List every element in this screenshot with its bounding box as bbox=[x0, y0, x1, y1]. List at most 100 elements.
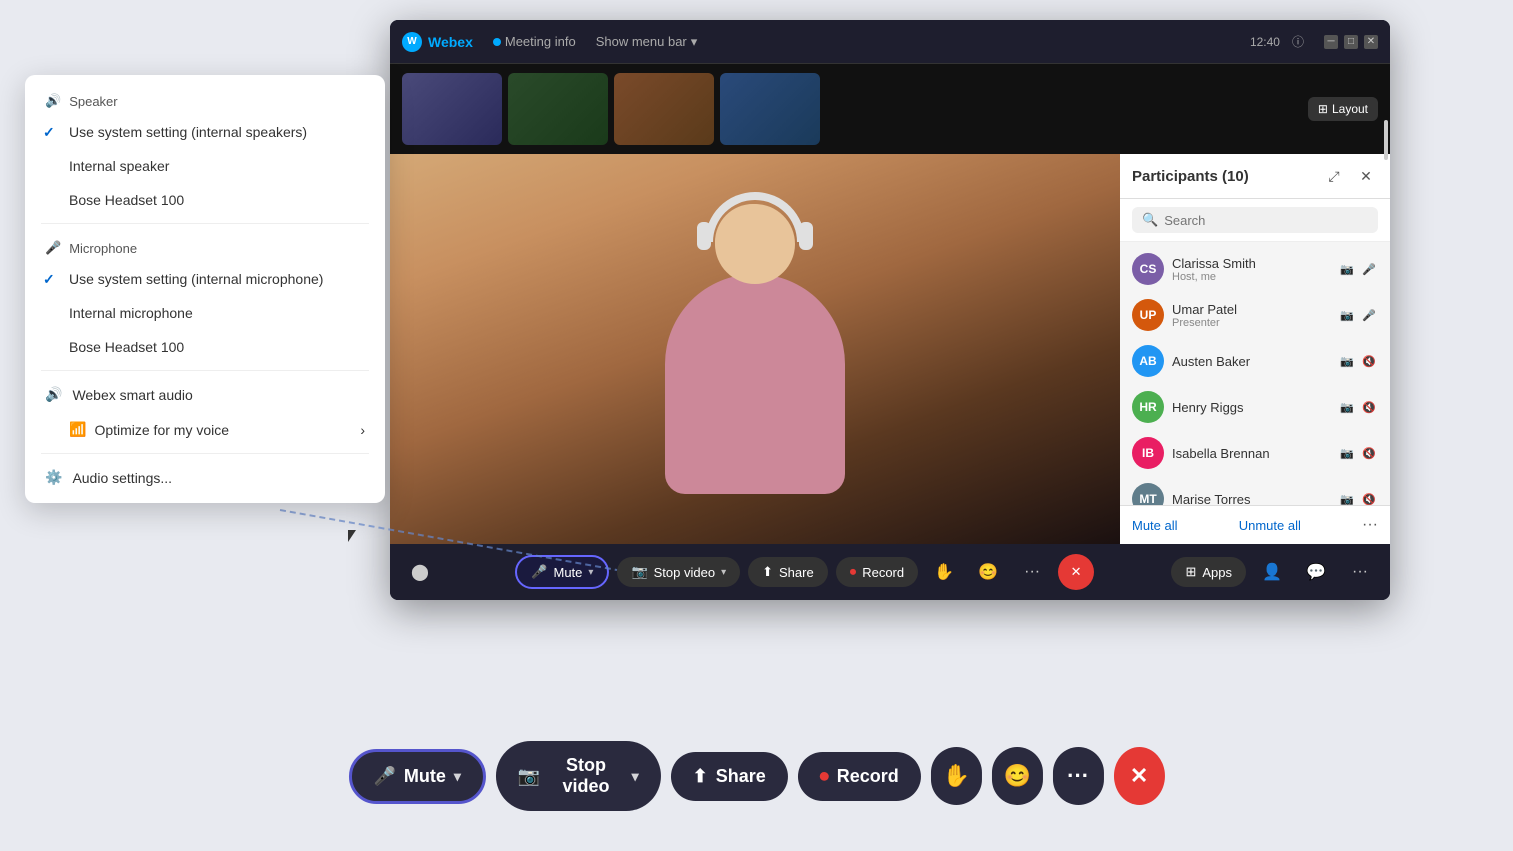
microphone-section-header: 🎤 Microphone bbox=[25, 230, 385, 262]
participants-icon-button[interactable]: 👤 bbox=[1254, 554, 1290, 590]
chevron-down-icon: ▾ bbox=[691, 34, 698, 50]
record-icon: ⏺ bbox=[820, 766, 829, 787]
stop-video-large-label: Stop video bbox=[548, 755, 623, 797]
maximize-button[interactable]: □ bbox=[1344, 35, 1358, 49]
close-button[interactable]: ✕ bbox=[1364, 35, 1378, 49]
thumbnail-2[interactable] bbox=[508, 73, 608, 145]
participant-item[interactable]: AB Austen Baker 📷 🔇 bbox=[1120, 338, 1390, 384]
more-options-button[interactable]: ··· bbox=[1014, 554, 1050, 590]
optimize-voice-option[interactable]: 📶 Optimize for my voice › bbox=[25, 412, 385, 447]
internal-mic-option[interactable]: Internal microphone bbox=[25, 296, 385, 330]
reactions-large-button[interactable]: ✋ bbox=[931, 747, 982, 805]
smart-audio-icon: 🔊 bbox=[45, 386, 62, 403]
thumbnail-4[interactable] bbox=[720, 73, 820, 145]
participant-item[interactable]: HR Henry Riggs 📷 🔇 bbox=[1120, 384, 1390, 430]
thumbnail-1[interactable] bbox=[402, 73, 502, 145]
bose-speaker-label: Bose Headset 100 bbox=[69, 192, 184, 208]
help-icon[interactable]: ⓘ bbox=[1292, 33, 1304, 50]
more-options-icon[interactable]: ··· bbox=[1362, 516, 1378, 534]
thumbnail-3[interactable] bbox=[614, 73, 714, 145]
stop-video-button[interactable]: 📷 Stop video ▾ bbox=[617, 557, 740, 587]
end-call-icon: ✕ bbox=[1071, 564, 1082, 580]
unmute-all-button[interactable]: Unmute all bbox=[1239, 518, 1301, 533]
search-icon: 🔍 bbox=[1142, 212, 1158, 228]
more-large-button[interactable]: ··· bbox=[1053, 747, 1104, 805]
meeting-info-tab[interactable]: Meeting info bbox=[485, 30, 584, 53]
camera-icon: 📷 bbox=[1338, 398, 1356, 416]
end-large-button[interactable]: ✕ bbox=[1114, 747, 1165, 805]
record-label: Record bbox=[862, 565, 904, 580]
mute-label: Mute bbox=[554, 565, 583, 580]
chevron-down-icon: ▾ bbox=[721, 567, 726, 578]
search-bar: 🔍 bbox=[1120, 199, 1390, 242]
stop-video-label: Stop video bbox=[654, 565, 715, 580]
speaker-system-setting[interactable]: Use system setting (internal speakers) bbox=[25, 115, 385, 149]
stop-video-large-button[interactable]: 📷 Stop video ▾ bbox=[496, 741, 661, 811]
emoji-button[interactable]: 😊 bbox=[970, 554, 1006, 590]
chat-icon-button[interactable]: 💬 bbox=[1298, 554, 1334, 590]
waveform-icon: 📶 bbox=[69, 421, 86, 438]
audio-dropdown-menu: 🔊 Speaker Use system setting (internal s… bbox=[25, 75, 385, 503]
internal-speaker-option[interactable]: Internal speaker bbox=[25, 149, 385, 183]
mic-muted-icon: 🔇 bbox=[1360, 444, 1378, 462]
share-icon: ⬆ bbox=[762, 564, 773, 580]
bose-speaker-option[interactable]: Bose Headset 100 bbox=[25, 183, 385, 217]
mic-icon: 🎤 bbox=[1360, 306, 1378, 324]
sidebar-icons: ⤢ ✕ bbox=[1322, 164, 1378, 188]
toolbar-right: ⊞ Apps 👤 💬 ··· bbox=[1171, 554, 1378, 590]
menu-divider-3 bbox=[41, 453, 369, 454]
webex-smart-audio-option[interactable]: 🔊 Webex smart audio bbox=[25, 377, 385, 412]
mic-icon: 🎤 bbox=[531, 564, 547, 580]
show-menu-bar-btn[interactable]: Show menu bar ▾ bbox=[596, 34, 698, 50]
app-window: W Webex Meeting info Show menu bar ▾ 12:… bbox=[390, 20, 1390, 600]
popout-icon[interactable]: ⤢ bbox=[1322, 164, 1346, 188]
end-call-button[interactable]: ✕ bbox=[1058, 554, 1094, 590]
scroll-indicator[interactable] bbox=[1384, 154, 1388, 160]
speaker-header-label: Speaker bbox=[69, 94, 117, 109]
record-large-button[interactable]: ⏺ Record bbox=[798, 752, 921, 801]
reactions-button[interactable]: ✋ bbox=[926, 554, 962, 590]
overflow-button[interactable]: ··· bbox=[1342, 554, 1378, 590]
search-input-wrap[interactable]: 🔍 bbox=[1132, 207, 1378, 233]
participant-item[interactable]: MT Marise Torres 📷 🔇 bbox=[1120, 476, 1390, 505]
participant-item[interactable]: CS Clarissa Smith Host, me 📷 🎤 bbox=[1120, 246, 1390, 292]
chevron-down-icon: ▾ bbox=[632, 768, 639, 785]
apps-button[interactable]: ⊞ Apps bbox=[1171, 557, 1246, 587]
bottom-toolbar: 🎤 Mute ▾ 📷 Stop video ▾ ⬆ Share ⏺ Record… bbox=[348, 741, 1164, 811]
internal-speaker-label: Internal speaker bbox=[69, 158, 169, 174]
bose-mic-option[interactable]: Bose Headset 100 bbox=[25, 330, 385, 364]
person-silhouette bbox=[615, 164, 895, 544]
audio-settings-option[interactable]: ⚙️ Audio settings... bbox=[25, 460, 385, 495]
layout-button[interactable]: ⊞ Layout bbox=[1308, 97, 1378, 121]
screen-share-toggle[interactable]: ⬤ bbox=[402, 554, 438, 590]
clock: 12:40 bbox=[1250, 35, 1280, 49]
mute-large-button[interactable]: 🎤 Mute ▾ bbox=[348, 749, 485, 804]
webex-logo: W Webex bbox=[402, 32, 473, 52]
emoji-large-button[interactable]: 😊 bbox=[992, 747, 1043, 805]
close-sidebar-icon[interactable]: ✕ bbox=[1354, 164, 1378, 188]
participant-info: Umar Patel Presenter bbox=[1172, 302, 1330, 329]
layout-label: Layout bbox=[1332, 102, 1368, 116]
mute-large-label: Mute bbox=[404, 766, 446, 787]
avatar: MT bbox=[1132, 483, 1164, 505]
mic-system-setting[interactable]: Use system setting (internal microphone) bbox=[25, 262, 385, 296]
mouse-cursor bbox=[348, 530, 356, 542]
participant-item[interactable]: UP Umar Patel Presenter 📷 🎤 bbox=[1120, 292, 1390, 338]
participant-item[interactable]: IB Isabella Brennan 📷 🔇 bbox=[1120, 430, 1390, 476]
record-button[interactable]: ⏺ Record bbox=[836, 557, 918, 587]
search-input[interactable] bbox=[1164, 213, 1368, 228]
participant-controls: 📷 🔇 bbox=[1338, 398, 1378, 416]
participant-info: Henry Riggs bbox=[1172, 400, 1330, 415]
mic-icon: 🎤 bbox=[45, 240, 61, 256]
share-button[interactable]: ⬆ Share bbox=[748, 557, 828, 587]
toolbar-left: ⬤ bbox=[402, 554, 438, 590]
share-large-button[interactable]: ⬆ Share bbox=[671, 752, 788, 801]
avatar: CS bbox=[1132, 253, 1164, 285]
mute-all-button[interactable]: Mute all bbox=[1132, 518, 1178, 533]
sidebar-footer: Mute all Unmute all ··· bbox=[1120, 505, 1390, 544]
participant-name: Austen Baker bbox=[1172, 354, 1330, 369]
speaker-icon: 🔊 bbox=[45, 93, 61, 109]
mute-button[interactable]: 🎤 Mute ▾ bbox=[515, 555, 609, 589]
minimize-button[interactable]: ─ bbox=[1324, 35, 1338, 49]
title-bar-right: 12:40 ⓘ ─ □ ✕ bbox=[1250, 33, 1378, 50]
